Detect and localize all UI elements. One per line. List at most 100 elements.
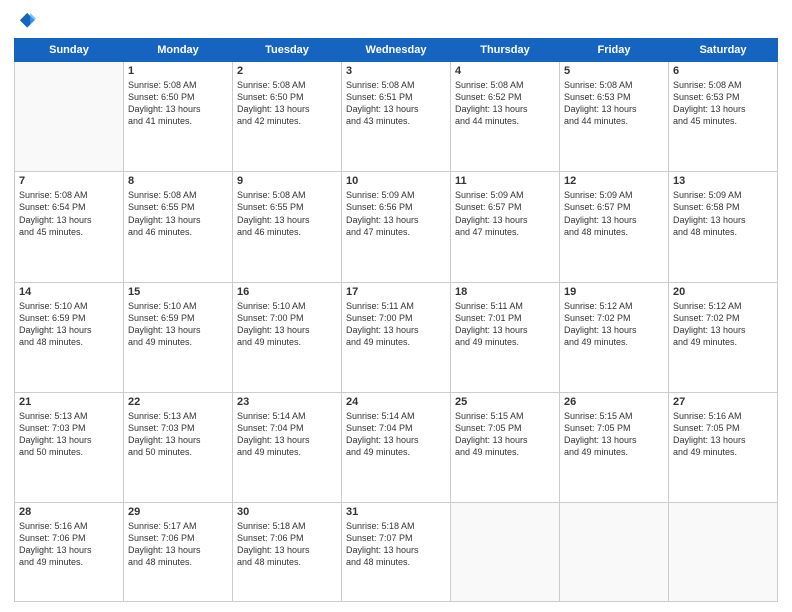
day-info: Sunrise: 5:14 AMSunset: 7:04 PMDaylight:… bbox=[346, 410, 446, 459]
calendar-cell: 16 Sunrise: 5:10 AMSunset: 7:00 PMDayligh… bbox=[233, 282, 342, 392]
calendar-cell bbox=[451, 503, 560, 602]
day-info: Sunrise: 5:15 AMSunset: 7:05 PMDaylight:… bbox=[455, 410, 555, 459]
day-info: Sunrise: 5:08 AMSunset: 6:50 PMDaylight:… bbox=[237, 79, 337, 128]
day-number: 15 bbox=[128, 286, 228, 298]
day-number: 16 bbox=[237, 286, 337, 298]
day-number: 11 bbox=[455, 175, 555, 187]
calendar-cell: 30Sunrise: 5:18 AMSunset: 7:06 PMDayligh… bbox=[233, 503, 342, 602]
logo-icon bbox=[14, 10, 36, 32]
day-number: 23 bbox=[237, 396, 337, 408]
day-number: 19 bbox=[564, 286, 664, 298]
calendar-table: SundayMondayTuesdayWednesdayThursdayFrid… bbox=[14, 38, 778, 602]
header bbox=[14, 10, 778, 32]
day-number: 10 bbox=[346, 175, 446, 187]
day-number: 29 bbox=[128, 506, 228, 518]
calendar-cell: 27Sunrise: 5:16 AMSunset: 7:05 PMDayligh… bbox=[669, 392, 778, 502]
day-info: Sunrise: 5:08 AMSunset: 6:55 PMDaylight:… bbox=[128, 189, 228, 238]
day-info: Sunrise: 5:09 AMSunset: 6:57 PMDaylight:… bbox=[455, 189, 555, 238]
day-info: Sunrise: 5:18 AMSunset: 7:06 PMDaylight:… bbox=[237, 520, 337, 569]
logo bbox=[14, 10, 40, 32]
day-number: 7 bbox=[19, 175, 119, 187]
day-number: 14 bbox=[19, 286, 119, 298]
calendar-cell bbox=[15, 62, 124, 172]
calendar-header-row: SundayMondayTuesdayWednesdayThursdayFrid… bbox=[15, 39, 778, 62]
calendar-cell: 29 Sunrise: 5:17 AMSunset: 7:06 PMDayligh… bbox=[124, 503, 233, 602]
calendar-cell: 6 Sunrise: 5:08 AMSunset: 6:53 PMDaylight… bbox=[669, 62, 778, 172]
day-number: 5 bbox=[564, 65, 664, 77]
day-number: 24 bbox=[346, 396, 446, 408]
day-info: Sunrise: 5:10 AMSunset: 6:59 PMDaylight:… bbox=[19, 300, 119, 349]
calendar-week-3: 14 Sunrise: 5:10 AMSunset: 6:59 PMDayligh… bbox=[15, 282, 778, 392]
calendar-cell: 22 Sunrise: 5:13 AMSunset: 7:03 PMDayligh… bbox=[124, 392, 233, 502]
calendar-cell bbox=[669, 503, 778, 602]
calendar-cell: 11 Sunrise: 5:09 AMSunset: 6:57 PMDayligh… bbox=[451, 172, 560, 282]
calendar-header-friday: Friday bbox=[560, 39, 669, 62]
calendar-cell: 10 Sunrise: 5:09 AMSunset: 6:56 PMDayligh… bbox=[342, 172, 451, 282]
calendar-week-1: 1 Sunrise: 5:08 AMSunset: 6:50 PMDaylight… bbox=[15, 62, 778, 172]
day-info: Sunrise: 5:10 AMSunset: 7:00 PMDaylight:… bbox=[237, 300, 337, 349]
day-info: Sunrise: 5:08 AMSunset: 6:53 PMDaylight:… bbox=[673, 79, 773, 128]
calendar-cell: 13Sunrise: 5:09 AMSunset: 6:58 PMDayligh… bbox=[669, 172, 778, 282]
day-number: 22 bbox=[128, 396, 228, 408]
calendar-cell: 3 Sunrise: 5:08 AMSunset: 6:51 PMDaylight… bbox=[342, 62, 451, 172]
calendar-cell bbox=[560, 503, 669, 602]
day-number: 3 bbox=[346, 65, 446, 77]
day-info: Sunrise: 5:11 AMSunset: 7:00 PMDaylight:… bbox=[346, 300, 446, 349]
calendar-header-tuesday: Tuesday bbox=[233, 39, 342, 62]
day-number: 6 bbox=[673, 65, 773, 77]
calendar-cell: 2 Sunrise: 5:08 AMSunset: 6:50 PMDaylight… bbox=[233, 62, 342, 172]
day-number: 4 bbox=[455, 65, 555, 77]
day-number: 28 bbox=[19, 506, 119, 518]
day-info: Sunrise: 5:10 AMSunset: 6:59 PMDaylight:… bbox=[128, 300, 228, 349]
calendar-cell: 5 Sunrise: 5:08 AMSunset: 6:53 PMDaylight… bbox=[560, 62, 669, 172]
calendar-header-wednesday: Wednesday bbox=[342, 39, 451, 62]
day-number: 8 bbox=[128, 175, 228, 187]
calendar-cell: 21 Sunrise: 5:13 AMSunset: 7:03 PMDayligh… bbox=[15, 392, 124, 502]
calendar-cell: 25 Sunrise: 5:15 AMSunset: 7:05 PMDayligh… bbox=[451, 392, 560, 502]
day-number: 17 bbox=[346, 286, 446, 298]
day-info: Sunrise: 5:08 AMSunset: 6:53 PMDaylight:… bbox=[564, 79, 664, 128]
day-info: Sunrise: 5:12 AMSunset: 7:02 PMDaylight:… bbox=[673, 300, 773, 349]
day-number: 9 bbox=[237, 175, 337, 187]
day-info: Sunrise: 5:09 AMSunset: 6:56 PMDaylight:… bbox=[346, 189, 446, 238]
day-info: Sunrise: 5:13 AMSunset: 7:03 PMDaylight:… bbox=[128, 410, 228, 459]
day-number: 27 bbox=[673, 396, 773, 408]
calendar-cell: 18 Sunrise: 5:11 AMSunset: 7:01 PMDayligh… bbox=[451, 282, 560, 392]
day-number: 26 bbox=[564, 396, 664, 408]
calendar-cell: 17 Sunrise: 5:11 AMSunset: 7:00 PMDayligh… bbox=[342, 282, 451, 392]
day-number: 12 bbox=[564, 175, 664, 187]
calendar-header-saturday: Saturday bbox=[669, 39, 778, 62]
calendar-cell: 28 Sunrise: 5:16 AMSunset: 7:06 PMDayligh… bbox=[15, 503, 124, 602]
day-number: 25 bbox=[455, 396, 555, 408]
calendar-cell: 23Sunrise: 5:14 AMSunset: 7:04 PMDayligh… bbox=[233, 392, 342, 502]
day-info: Sunrise: 5:17 AMSunset: 7:06 PMDaylight:… bbox=[128, 520, 228, 569]
day-number: 13 bbox=[673, 175, 773, 187]
day-number: 31 bbox=[346, 506, 446, 518]
calendar-cell: 12 Sunrise: 5:09 AMSunset: 6:57 PMDayligh… bbox=[560, 172, 669, 282]
calendar-cell: 15 Sunrise: 5:10 AMSunset: 6:59 PMDayligh… bbox=[124, 282, 233, 392]
calendar-header-thursday: Thursday bbox=[451, 39, 560, 62]
calendar-cell: 9 Sunrise: 5:08 AMSunset: 6:55 PMDaylight… bbox=[233, 172, 342, 282]
calendar-cell: 24 Sunrise: 5:14 AMSunset: 7:04 PMDayligh… bbox=[342, 392, 451, 502]
calendar-header-monday: Monday bbox=[124, 39, 233, 62]
day-info: Sunrise: 5:08 AMSunset: 6:55 PMDaylight:… bbox=[237, 189, 337, 238]
day-number: 2 bbox=[237, 65, 337, 77]
day-info: Sunrise: 5:08 AMSunset: 6:54 PMDaylight:… bbox=[19, 189, 119, 238]
day-info: Sunrise: 5:11 AMSunset: 7:01 PMDaylight:… bbox=[455, 300, 555, 349]
day-info: Sunrise: 5:09 AMSunset: 6:57 PMDaylight:… bbox=[564, 189, 664, 238]
day-info: Sunrise: 5:08 AMSunset: 6:51 PMDaylight:… bbox=[346, 79, 446, 128]
day-info: Sunrise: 5:13 AMSunset: 7:03 PMDaylight:… bbox=[19, 410, 119, 459]
day-info: Sunrise: 5:18 AMSunset: 7:07 PMDaylight:… bbox=[346, 520, 446, 569]
calendar-cell: 14 Sunrise: 5:10 AMSunset: 6:59 PMDayligh… bbox=[15, 282, 124, 392]
calendar-week-5: 28 Sunrise: 5:16 AMSunset: 7:06 PMDayligh… bbox=[15, 503, 778, 602]
calendar-cell: 26Sunrise: 5:15 AMSunset: 7:05 PMDayligh… bbox=[560, 392, 669, 502]
day-number: 18 bbox=[455, 286, 555, 298]
day-number: 21 bbox=[19, 396, 119, 408]
calendar-header-sunday: Sunday bbox=[15, 39, 124, 62]
day-info: Sunrise: 5:12 AMSunset: 7:02 PMDaylight:… bbox=[564, 300, 664, 349]
calendar-cell: 1Sunrise: 5:08 AMSunset: 6:50 PMDaylight… bbox=[124, 62, 233, 172]
day-info: Sunrise: 5:16 AMSunset: 7:06 PMDaylight:… bbox=[19, 520, 119, 569]
calendar-cell: 19 Sunrise: 5:12 AMSunset: 7:02 PMDayligh… bbox=[560, 282, 669, 392]
day-number: 1 bbox=[128, 65, 228, 77]
page: SundayMondayTuesdayWednesdayThursdayFrid… bbox=[0, 0, 792, 612]
